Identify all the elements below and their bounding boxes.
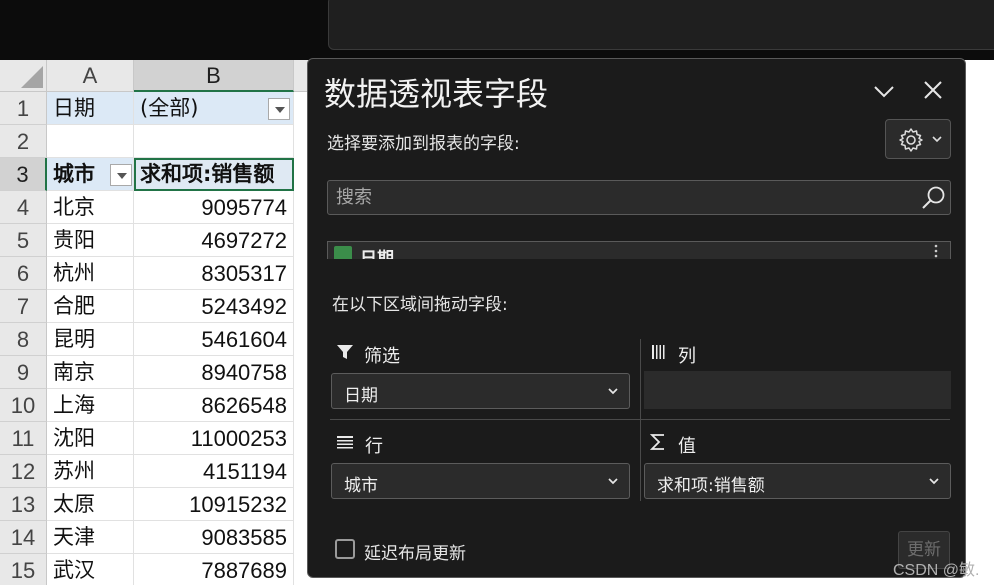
sigma-icon: [650, 434, 664, 450]
screen: A B 1 2 3 4 5 6 7 8 9 10 11 12 13 14 15 日期 (全部) 城市 求和项…: [0, 0, 994, 585]
filters-field-value: 日期: [344, 386, 378, 406]
row-header-8[interactable]: 8: [0, 323, 47, 356]
chevron-down-icon: [608, 478, 618, 485]
row-header-12[interactable]: 12: [0, 455, 47, 488]
sales-value-cell[interactable]: 8305317: [134, 257, 294, 290]
chevron-down-icon: [608, 388, 618, 395]
row-header-11[interactable]: 11: [0, 422, 47, 455]
city-cell[interactable]: 太原: [47, 488, 134, 521]
sales-value-cell[interactable]: 9083585: [134, 521, 294, 554]
select-all-triangle-icon: [21, 66, 43, 88]
empty-cell-b2[interactable]: [134, 125, 294, 158]
row-header-13[interactable]: 13: [0, 488, 47, 521]
filter-label-cell[interactable]: 日期: [47, 92, 134, 125]
search-icon[interactable]: [921, 185, 947, 211]
columns-icon: [652, 345, 665, 359]
pivot-field-pane: 数据透视表字段 选择要添加到报表的字段: 搜索 日期 在以下区域间拖动字段: 筛…: [307, 58, 966, 578]
area-divider-vertical: [640, 339, 641, 501]
select-all-corner[interactable]: [0, 60, 47, 92]
row-header-6[interactable]: 6: [0, 257, 47, 290]
columns-area-label: 列: [678, 346, 696, 367]
row-header-2[interactable]: 2: [0, 125, 47, 158]
sales-value-cell[interactable]: 4697272: [134, 224, 294, 257]
dropdown-arrow-icon: [275, 107, 285, 113]
city-cell[interactable]: 武汉: [47, 554, 134, 585]
more-options-icon[interactable]: [934, 244, 938, 258]
city-cell[interactable]: 苏州: [47, 455, 134, 488]
empty-cell-a2[interactable]: [47, 125, 134, 158]
watermark: CSDN @敏.: [893, 562, 980, 579]
field-item-date[interactable]: 日期: [360, 244, 394, 259]
sales-value-cell[interactable]: 7887689: [134, 554, 294, 585]
row-header-3[interactable]: 3: [0, 158, 47, 191]
city-cell[interactable]: 昆明: [47, 323, 134, 356]
values-field-value: 求和项:销售额: [657, 476, 765, 496]
chevron-down-icon: [929, 478, 939, 485]
sales-value-cell[interactable]: 8940758: [134, 356, 294, 389]
city-cell[interactable]: 上海: [47, 389, 134, 422]
sales-value-cell[interactable]: 5243492: [134, 290, 294, 323]
field-search-box[interactable]: [327, 180, 951, 215]
value-header-cell[interactable]: 求和项:销售额: [134, 158, 294, 191]
row-label-dropdown-button[interactable]: [110, 164, 132, 186]
field-list[interactable]: 日期: [327, 241, 951, 259]
defer-update-label[interactable]: 延迟布局更新: [364, 539, 466, 564]
chevron-down-icon[interactable]: [871, 79, 897, 105]
row-header-9[interactable]: 9: [0, 356, 47, 389]
drag-fields-label: 在以下区域间拖动字段:: [332, 295, 508, 315]
rows-field-dropdown[interactable]: 城市: [331, 463, 630, 499]
ribbon-area: [0, 0, 994, 60]
dropdown-arrow-icon: [117, 173, 127, 179]
city-cell[interactable]: 贵阳: [47, 224, 134, 257]
chevron-down-small-icon: [932, 136, 942, 143]
sales-value-cell[interactable]: 11000253: [134, 422, 294, 455]
column-header-b[interactable]: B: [134, 60, 294, 92]
values-area-label: 值: [678, 436, 696, 457]
close-icon[interactable]: [922, 79, 944, 101]
columns-drop-zone[interactable]: [644, 371, 951, 409]
filter-dropdown-button[interactable]: [268, 98, 290, 120]
sales-value-cell[interactable]: 5461604: [134, 323, 294, 356]
row-header-7[interactable]: 7: [0, 290, 47, 323]
city-cell[interactable]: 南京: [47, 356, 134, 389]
column-header-a[interactable]: A: [47, 60, 134, 92]
city-cell[interactable]: 杭州: [47, 257, 134, 290]
row-header-15[interactable]: 15: [0, 554, 47, 585]
filters-field-dropdown[interactable]: 日期: [331, 373, 630, 409]
sales-value-cell[interactable]: 10915232: [134, 488, 294, 521]
row-header-14[interactable]: 14: [0, 521, 47, 554]
rows-field-value: 城市: [344, 476, 378, 496]
city-cell[interactable]: 合肥: [47, 290, 134, 323]
field-checkbox-date[interactable]: [334, 246, 352, 259]
values-field-dropdown[interactable]: 求和项:销售额: [644, 463, 951, 499]
defer-update-checkbox[interactable]: [335, 539, 355, 559]
search-input[interactable]: [328, 181, 908, 214]
rows-icon: [337, 436, 353, 449]
rows-area-label: 行: [365, 436, 383, 457]
sales-value-cell[interactable]: 4151194: [134, 455, 294, 488]
row-header-10[interactable]: 10: [0, 389, 47, 422]
filters-area-label: 筛选: [364, 346, 400, 367]
filter-value-text: (全部): [140, 96, 199, 120]
city-cell[interactable]: 北京: [47, 191, 134, 224]
row-header-5[interactable]: 5: [0, 224, 47, 257]
ribbon-panel: [328, 0, 994, 50]
row-header-1[interactable]: 1: [0, 92, 47, 125]
filter-icon: [337, 345, 353, 359]
area-divider-horizontal: [330, 419, 950, 420]
sales-value-cell[interactable]: 9095774: [134, 191, 294, 224]
choose-fields-label: 选择要添加到报表的字段:: [327, 134, 520, 154]
row-header-4[interactable]: 4: [0, 191, 47, 224]
sales-value-cell[interactable]: 8626548: [134, 389, 294, 422]
city-cell[interactable]: 天津: [47, 521, 134, 554]
pane-title: 数据透视表字段: [324, 75, 549, 113]
settings-button[interactable]: [885, 119, 951, 159]
city-cell[interactable]: 沈阳: [47, 422, 134, 455]
gear-icon: [899, 128, 923, 152]
